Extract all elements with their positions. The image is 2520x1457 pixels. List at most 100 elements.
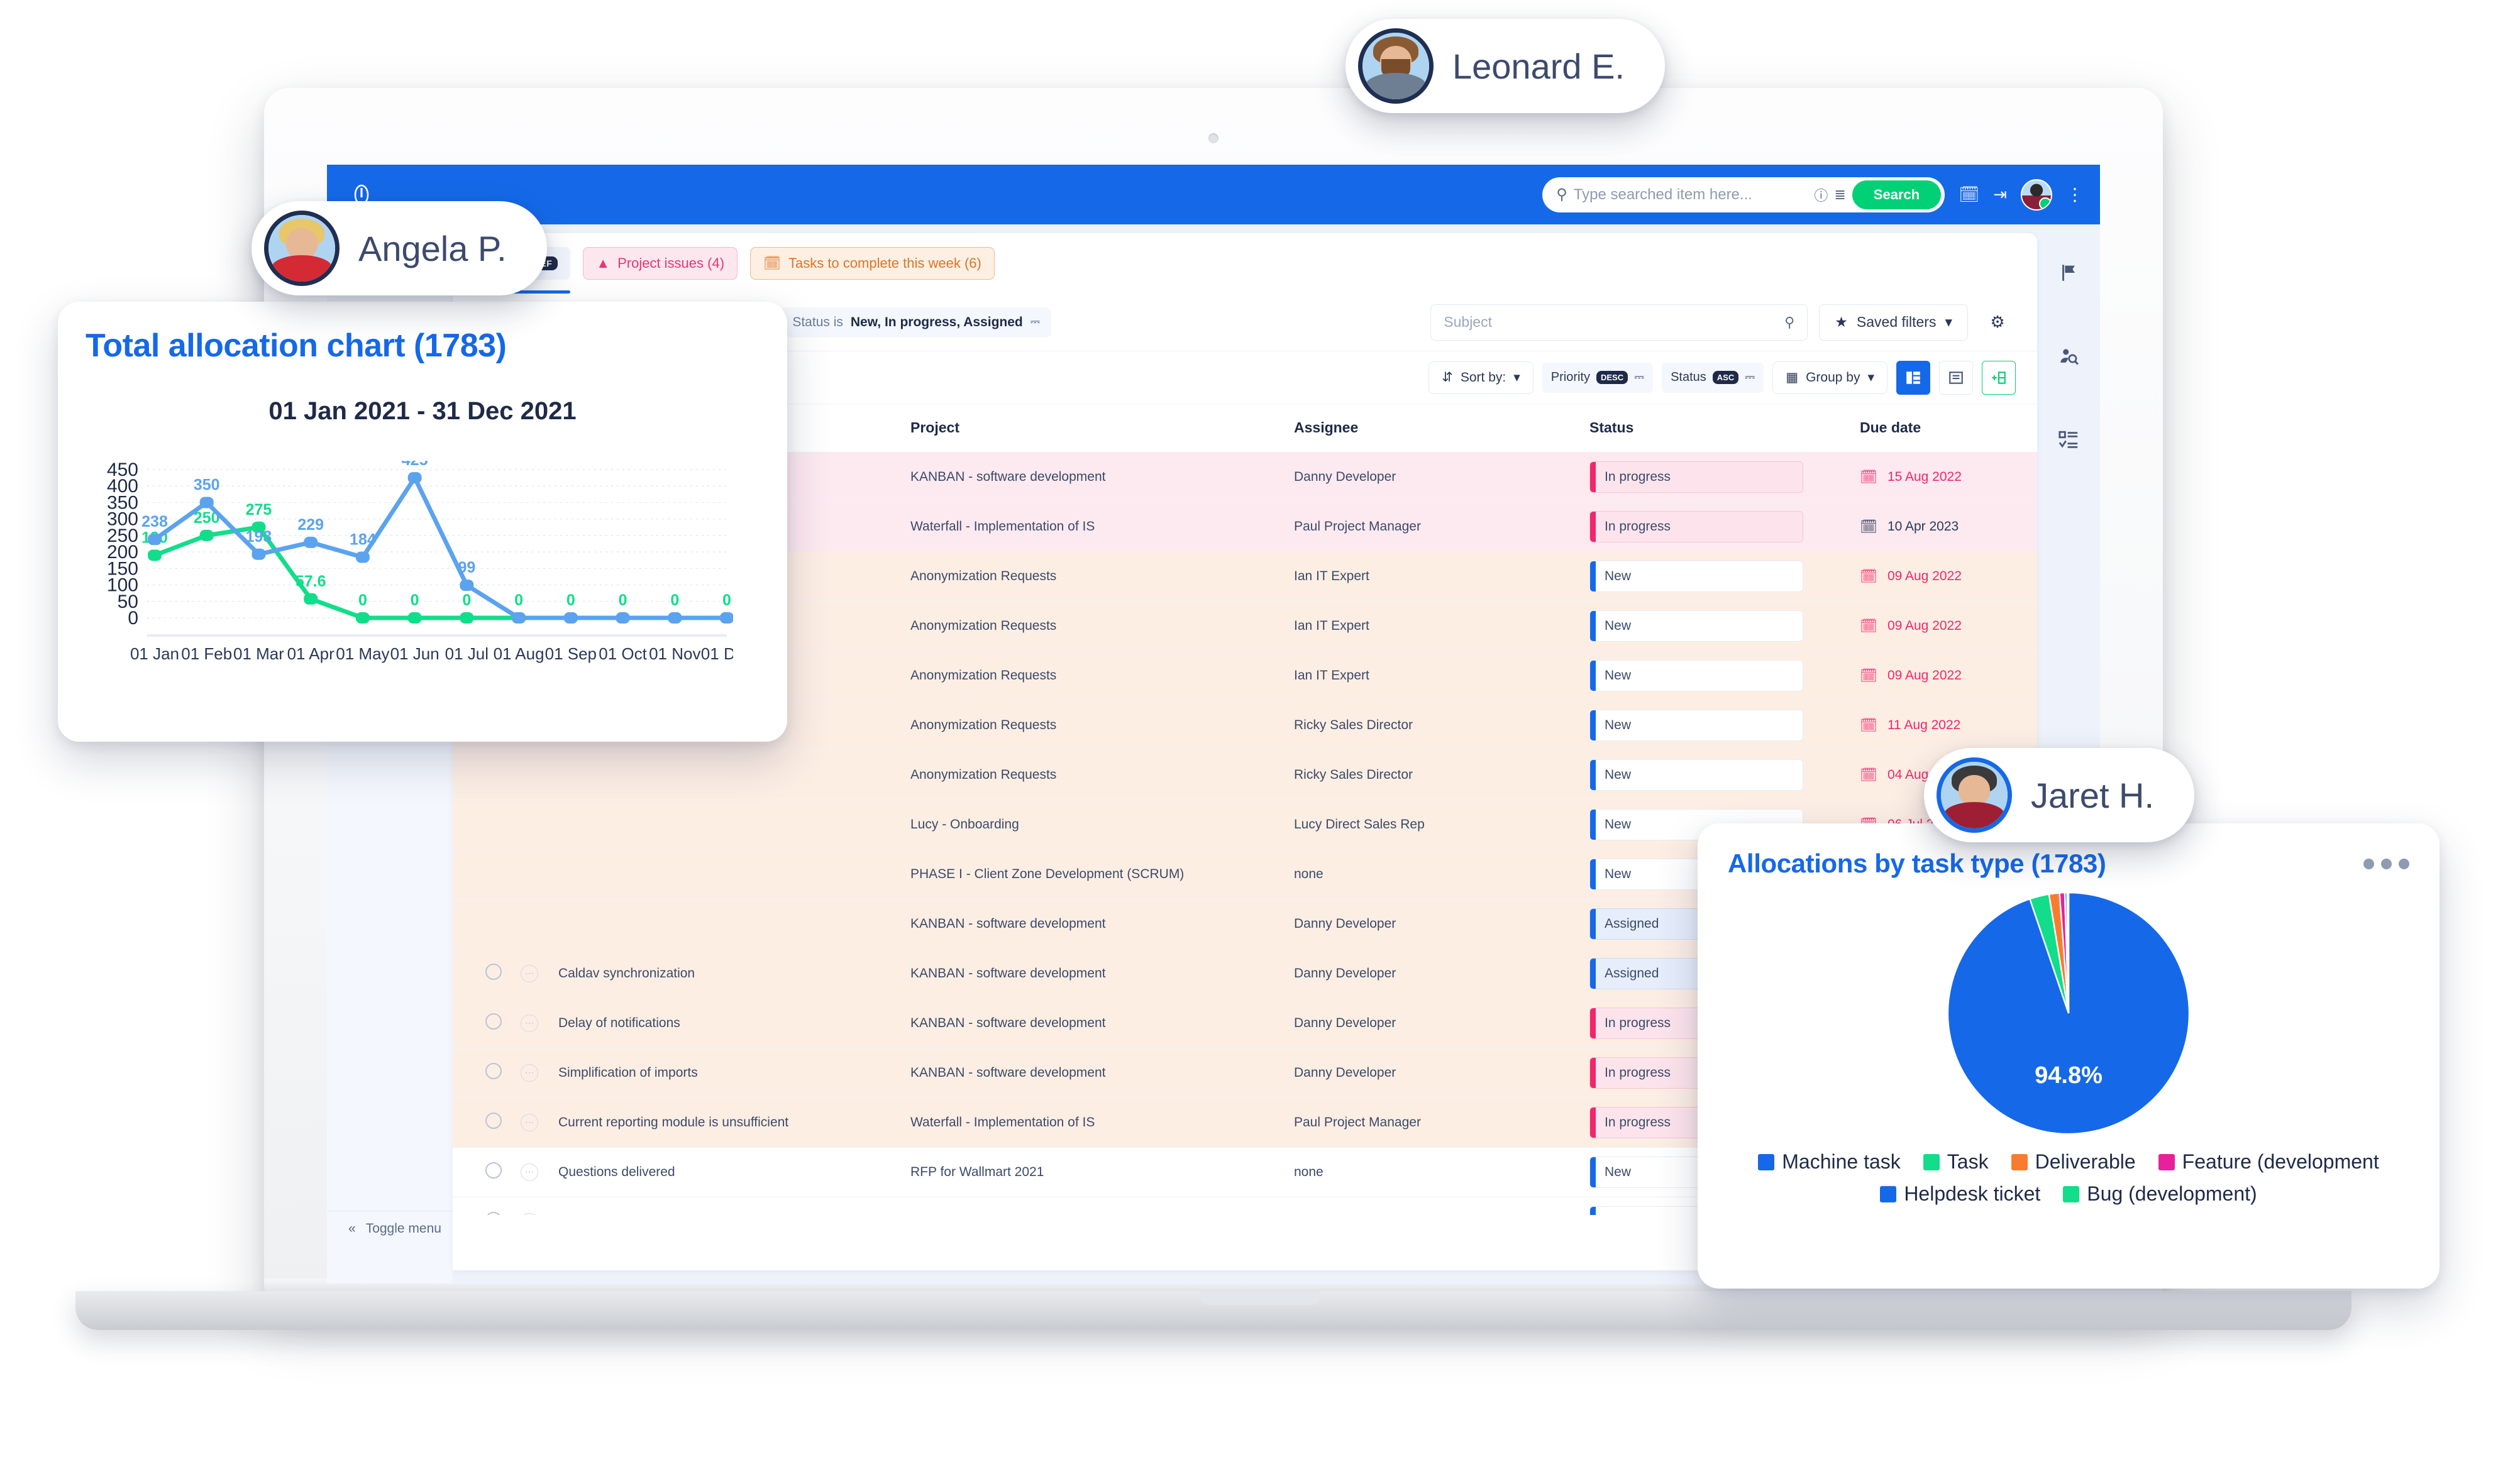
row-quickaction-cell[interactable]: [504, 849, 542, 899]
pie-legend-item[interactable]: Feature (development: [2158, 1150, 2379, 1174]
row-checkbox[interactable]: [485, 1162, 502, 1179]
row-quickaction-icon[interactable]: ⋯: [521, 1213, 538, 1216]
status-badge[interactable]: New: [1589, 610, 1803, 642]
row-quickaction-cell[interactable]: ⋯: [504, 1048, 542, 1097]
grid-view-button[interactable]: [1896, 361, 1930, 395]
pie-legend-item[interactable]: Bug (development): [2063, 1182, 2257, 1206]
row-quickaction-icon[interactable]: ⋯: [521, 965, 538, 982]
row-quickaction-icon[interactable]: ⋯: [521, 1014, 538, 1032]
row-quickaction-cell[interactable]: [504, 750, 542, 800]
cell-status[interactable]: New: [1573, 651, 1843, 700]
row-checkbox[interactable]: [485, 1113, 502, 1129]
chip-tasks-this-week[interactable]: 🗓 Tasks to complete this week (6): [750, 247, 995, 280]
calendar-icon[interactable]: 🗓: [1959, 185, 1979, 204]
tune-sliders-icon[interactable]: ≣: [1834, 187, 1845, 203]
row-checkbox[interactable]: [485, 1013, 502, 1030]
th-status[interactable]: Status: [1573, 404, 1843, 452]
cell-status[interactable]: New: [1573, 700, 1843, 750]
th-due-date[interactable]: Due date: [1843, 404, 2037, 452]
person-pill-leonard[interactable]: Leonard E.: [1346, 19, 1665, 113]
table-row[interactable]: Anonymization RequestsRicky Sales Direct…: [453, 750, 2037, 800]
search-button[interactable]: Search: [1852, 180, 1941, 209]
svg-text:238: 238: [141, 513, 168, 531]
sort-chip-status[interactable]: Status ASC ⎓: [1662, 363, 1764, 393]
status-badge[interactable]: In progress: [1589, 461, 1803, 493]
kebab-menu-icon[interactable]: ⋮: [2066, 184, 2084, 205]
status-badge[interactable]: New: [1589, 710, 1803, 741]
row-checkbox-cell[interactable]: [469, 750, 504, 800]
cell-project: Anonymization Requests: [894, 551, 1278, 601]
row-quickaction-cell[interactable]: ⋯: [504, 998, 542, 1048]
row-quickaction-cell[interactable]: [504, 899, 542, 948]
th-assignee[interactable]: Assignee: [1278, 404, 1573, 452]
person-pill-angela[interactable]: Angela P.: [251, 201, 547, 295]
status-badge[interactable]: New: [1589, 759, 1803, 791]
angela-avatar: [264, 211, 340, 286]
cell-status[interactable]: In progress: [1573, 452, 1843, 502]
subject-search-input[interactable]: [1444, 314, 1784, 331]
row-quickaction-icon[interactable]: ⋯: [521, 1114, 538, 1131]
group-by-button[interactable]: ▦ Group by ▾: [1772, 361, 1887, 394]
row-checkbox-cell[interactable]: [469, 1147, 504, 1197]
add-column-button[interactable]: [1982, 361, 2016, 395]
pie-legend-item[interactable]: Task: [1923, 1150, 1989, 1174]
chip-project-issues[interactable]: ▲ Project issues (4): [583, 247, 738, 280]
row-quickaction-cell[interactable]: ⋯: [504, 1097, 542, 1147]
row-checkbox[interactable]: [485, 1063, 502, 1079]
row-checkbox-cell[interactable]: [469, 1197, 504, 1215]
logout-icon[interactable]: ⇥: [1993, 185, 2007, 204]
sort-by-button[interactable]: ⇵ Sort by: ▾: [1429, 361, 1534, 394]
row-checkbox-cell[interactable]: [469, 849, 504, 899]
row-checkbox-cell[interactable]: [469, 899, 504, 948]
search-input[interactable]: [1574, 186, 1808, 204]
row-checkbox-cell[interactable]: [469, 1097, 504, 1147]
checklist-icon[interactable]: [2058, 429, 2079, 454]
toggle-menu-button[interactable]: « Toggle menu: [327, 1211, 453, 1246]
status-badge[interactable]: In progress: [1589, 511, 1803, 542]
cell-status[interactable]: New: [1573, 601, 1843, 651]
pie-legend-item[interactable]: Deliverable: [2011, 1150, 2136, 1174]
status-badge[interactable]: New: [1589, 660, 1803, 691]
row-checkbox-cell[interactable]: [469, 998, 504, 1048]
filter-chip-status[interactable]: Status is New, In progress, Assigned ⎓: [781, 307, 1051, 338]
user-avatar[interactable]: [2021, 179, 2052, 211]
sort-chip-priority[interactable]: Priority DESC ⎓: [1542, 363, 1653, 393]
cell-subject: [542, 800, 894, 849]
trash-icon[interactable]: ⎓: [1745, 370, 1755, 385]
trash-icon[interactable]: ⎓: [1031, 316, 1040, 329]
row-quickaction-cell[interactable]: ⋯: [504, 948, 542, 998]
person-pill-jaret[interactable]: Jaret H.: [1924, 748, 2194, 842]
row-checkbox[interactable]: [485, 964, 502, 980]
row-checkbox[interactable]: [485, 1212, 502, 1216]
cell-status[interactable]: In progress: [1573, 502, 1843, 551]
global-search[interactable]: ⚲ ⓘ ≣ Search: [1542, 177, 1945, 212]
cell-assignee: Danny Developer: [1278, 948, 1573, 998]
row-checkbox-cell[interactable]: [469, 1048, 504, 1097]
search-icon[interactable]: ⚲: [1784, 314, 1794, 331]
row-quickaction-icon[interactable]: ⋯: [521, 1163, 538, 1181]
help-circle-icon[interactable]: ⓘ: [1814, 185, 1828, 205]
pie-legend-item[interactable]: Helpdesk ticket: [1880, 1182, 2040, 1206]
gear-icon[interactable]: ⚙: [1979, 304, 2016, 341]
flag-icon[interactable]: [2058, 262, 2079, 287]
status-badge[interactable]: New: [1589, 561, 1803, 592]
subject-search-box[interactable]: ⚲: [1430, 304, 1808, 341]
row-quickaction-cell[interactable]: ⋯: [504, 1147, 542, 1197]
trash-icon[interactable]: ⎓: [1634, 370, 1644, 385]
th-project[interactable]: Project: [894, 404, 1278, 452]
cell-project: KANBAN - software development: [894, 998, 1278, 1048]
person-search-icon[interactable]: [2058, 346, 2079, 370]
status-label: In progress: [1596, 1115, 1671, 1130]
row-checkbox-cell[interactable]: [469, 948, 504, 998]
saved-filters-dropdown[interactable]: ★ Saved filters ▾: [1819, 304, 1968, 341]
row-quickaction-icon[interactable]: ⋯: [521, 1064, 538, 1082]
pie-legend-item[interactable]: Machine task: [1758, 1150, 1901, 1174]
cell-status[interactable]: New: [1573, 551, 1843, 601]
cell-status[interactable]: New: [1573, 750, 1843, 800]
list-view-button[interactable]: [1939, 361, 1973, 395]
chip-project-issues-label: Project issues (4): [617, 255, 724, 272]
row-checkbox-cell[interactable]: [469, 800, 504, 849]
row-quickaction-cell[interactable]: ⋯: [504, 1197, 542, 1215]
row-quickaction-cell[interactable]: [504, 800, 542, 849]
more-horizontal-icon[interactable]: [2363, 859, 2409, 869]
